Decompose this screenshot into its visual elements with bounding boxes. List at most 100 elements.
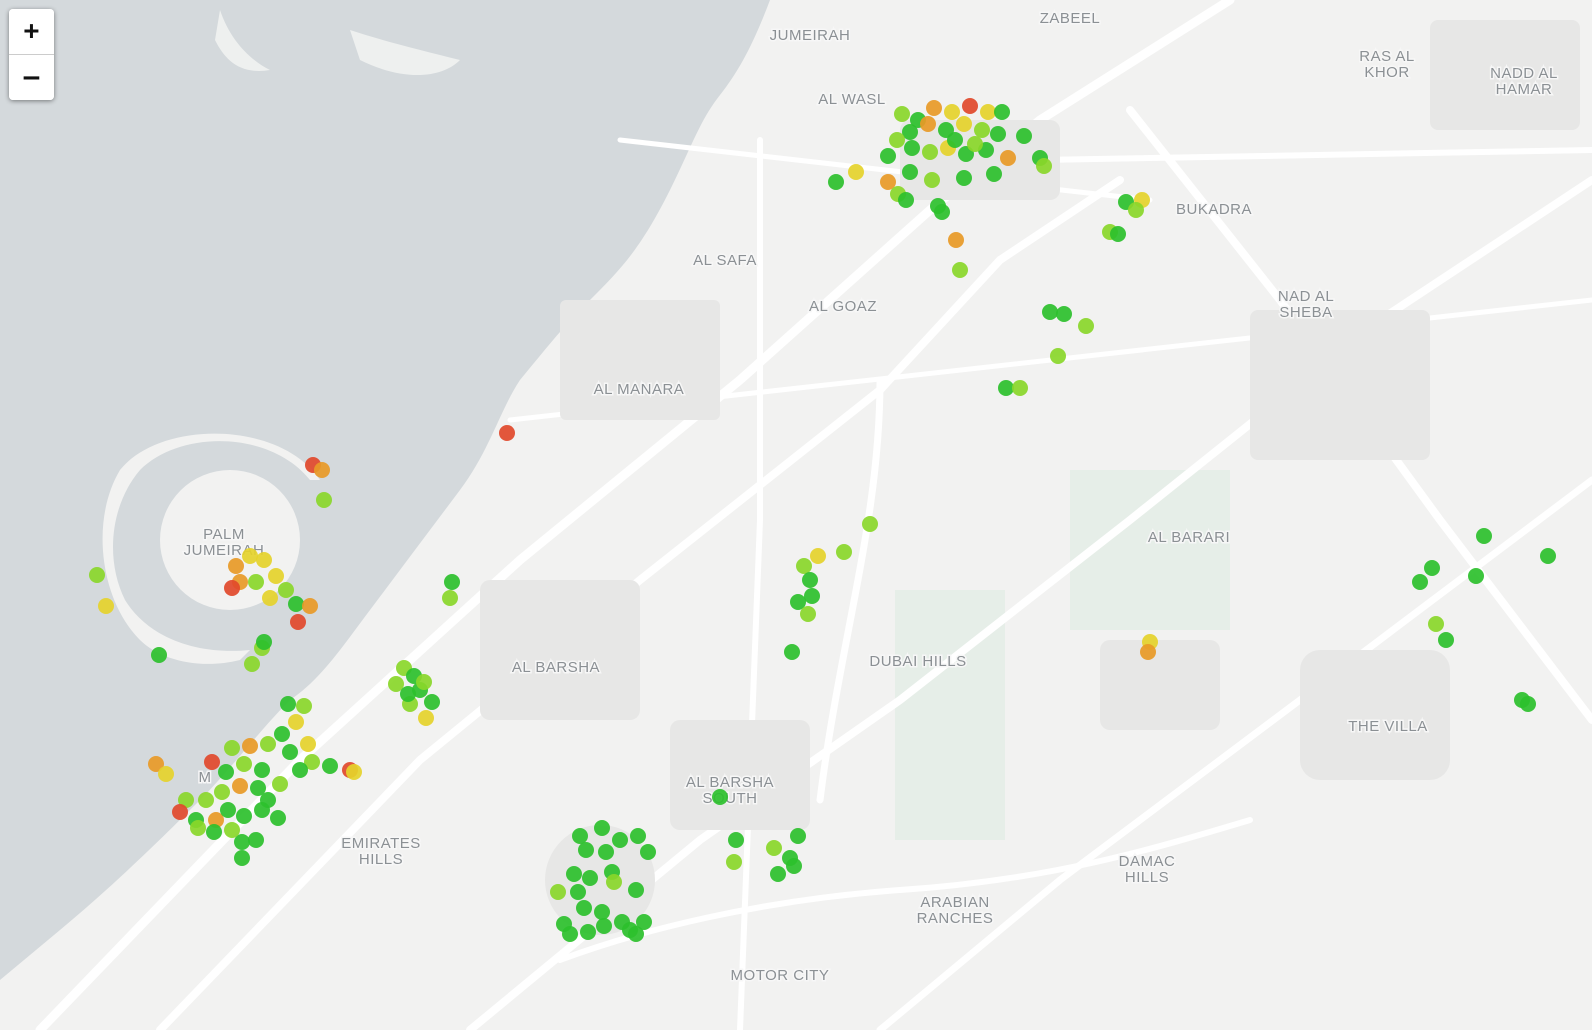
data-point-marker[interactable] — [1428, 616, 1444, 632]
data-point-marker[interactable] — [802, 572, 818, 588]
data-point-marker[interactable] — [302, 598, 318, 614]
data-point-marker[interactable] — [1016, 128, 1032, 144]
data-point-marker[interactable] — [594, 904, 610, 920]
data-point-marker[interactable] — [1424, 560, 1440, 576]
data-point-marker[interactable] — [998, 380, 1014, 396]
data-point-marker[interactable] — [316, 492, 332, 508]
data-point-marker[interactable] — [1412, 574, 1428, 590]
data-point-marker[interactable] — [580, 924, 596, 940]
data-point-marker[interactable] — [570, 884, 586, 900]
data-point-marker[interactable] — [962, 98, 978, 114]
data-point-marker[interactable] — [272, 776, 288, 792]
data-point-marker[interactable] — [300, 736, 316, 752]
data-point-marker[interactable] — [444, 574, 460, 590]
data-point-marker[interactable] — [994, 104, 1010, 120]
data-point-marker[interactable] — [89, 567, 105, 583]
data-point-marker[interactable] — [172, 804, 188, 820]
data-point-marker[interactable] — [248, 832, 264, 848]
data-point-marker[interactable] — [499, 425, 515, 441]
data-point-marker[interactable] — [1078, 318, 1094, 334]
data-point-marker[interactable] — [254, 762, 270, 778]
data-point-marker[interactable] — [952, 262, 968, 278]
data-point-marker[interactable] — [1012, 380, 1028, 396]
data-point-marker[interactable] — [1468, 568, 1484, 584]
data-point-marker[interactable] — [948, 232, 964, 248]
data-point-marker[interactable] — [1042, 304, 1058, 320]
data-point-marker[interactable] — [1476, 528, 1492, 544]
map-canvas[interactable]: JUMEIRAH ZABEEL RAS AL KHOR NADD AL HAMAR AL W… — [0, 0, 1592, 1030]
data-point-marker[interactable] — [902, 164, 918, 180]
data-point-marker[interactable] — [314, 462, 330, 478]
data-point-marker[interactable] — [712, 789, 728, 805]
data-point-marker[interactable] — [282, 744, 298, 760]
data-point-marker[interactable] — [640, 844, 656, 860]
data-point-marker[interactable] — [256, 552, 272, 568]
data-point-marker[interactable] — [920, 116, 936, 132]
data-point-marker[interactable] — [1036, 158, 1052, 174]
data-point-marker[interactable] — [934, 204, 950, 220]
data-point-marker[interactable] — [980, 104, 996, 120]
data-point-marker[interactable] — [256, 634, 272, 650]
data-point-marker[interactable] — [418, 710, 434, 726]
data-point-marker[interactable] — [1000, 150, 1016, 166]
data-point-marker[interactable] — [576, 900, 592, 916]
data-point-marker[interactable] — [442, 590, 458, 606]
data-point-marker[interactable] — [322, 758, 338, 774]
data-point-marker[interactable] — [218, 764, 234, 780]
data-point-marker[interactable] — [290, 614, 306, 630]
data-point-marker[interactable] — [424, 694, 440, 710]
data-point-marker[interactable] — [990, 126, 1006, 142]
data-point-marker[interactable] — [400, 686, 416, 702]
data-point-marker[interactable] — [922, 144, 938, 160]
data-point-marker[interactable] — [628, 882, 644, 898]
data-point-marker[interactable] — [786, 858, 802, 874]
data-point-marker[interactable] — [1050, 348, 1066, 364]
data-point-marker[interactable] — [244, 656, 260, 672]
data-point-marker[interactable] — [889, 132, 905, 148]
data-point-marker[interactable] — [594, 820, 610, 836]
data-point-marker[interactable] — [790, 828, 806, 844]
data-point-marker[interactable] — [232, 778, 248, 794]
data-point-marker[interactable] — [926, 100, 942, 116]
data-point-marker[interactable] — [1438, 632, 1454, 648]
data-point-marker[interactable] — [224, 580, 240, 596]
data-point-marker[interactable] — [572, 828, 588, 844]
data-point-marker[interactable] — [416, 674, 432, 690]
data-point-marker[interactable] — [796, 558, 812, 574]
data-point-marker[interactable] — [248, 574, 264, 590]
data-point-marker[interactable] — [894, 106, 910, 122]
data-point-marker[interactable] — [848, 164, 864, 180]
data-point-marker[interactable] — [214, 784, 230, 800]
data-point-marker[interactable] — [828, 174, 844, 190]
data-point-marker[interactable] — [956, 170, 972, 186]
data-point-marker[interactable] — [770, 866, 786, 882]
data-point-marker[interactable] — [880, 148, 896, 164]
data-point-marker[interactable] — [804, 588, 820, 604]
data-point-marker[interactable] — [346, 764, 362, 780]
data-point-marker[interactable] — [800, 606, 816, 622]
data-point-marker[interactable] — [578, 842, 594, 858]
data-point-marker[interactable] — [280, 696, 296, 712]
data-point-marker[interactable] — [278, 582, 294, 598]
data-point-marker[interactable] — [151, 647, 167, 663]
data-point-marker[interactable] — [234, 850, 250, 866]
data-point-marker[interactable] — [268, 568, 284, 584]
data-point-marker[interactable] — [726, 854, 742, 870]
data-point-marker[interactable] — [260, 736, 276, 752]
data-point-marker[interactable] — [98, 598, 114, 614]
data-point-marker[interactable] — [836, 544, 852, 560]
data-point-marker[interactable] — [566, 866, 582, 882]
data-point-marker[interactable] — [236, 808, 252, 824]
data-point-marker[interactable] — [562, 926, 578, 942]
data-point-marker[interactable] — [612, 832, 628, 848]
data-point-marker[interactable] — [224, 740, 240, 756]
data-point-marker[interactable] — [190, 820, 206, 836]
data-point-marker[interactable] — [1056, 306, 1072, 322]
data-point-marker[interactable] — [904, 140, 920, 156]
basemap[interactable]: JUMEIRAH ZABEEL RAS AL KHOR NADD AL HAMAR AL W… — [0, 0, 1592, 1030]
data-point-marker[interactable] — [606, 874, 622, 890]
data-point-marker[interactable] — [924, 172, 940, 188]
data-point-marker[interactable] — [550, 884, 566, 900]
data-point-marker[interactable] — [582, 870, 598, 886]
data-point-marker[interactable] — [1128, 202, 1144, 218]
